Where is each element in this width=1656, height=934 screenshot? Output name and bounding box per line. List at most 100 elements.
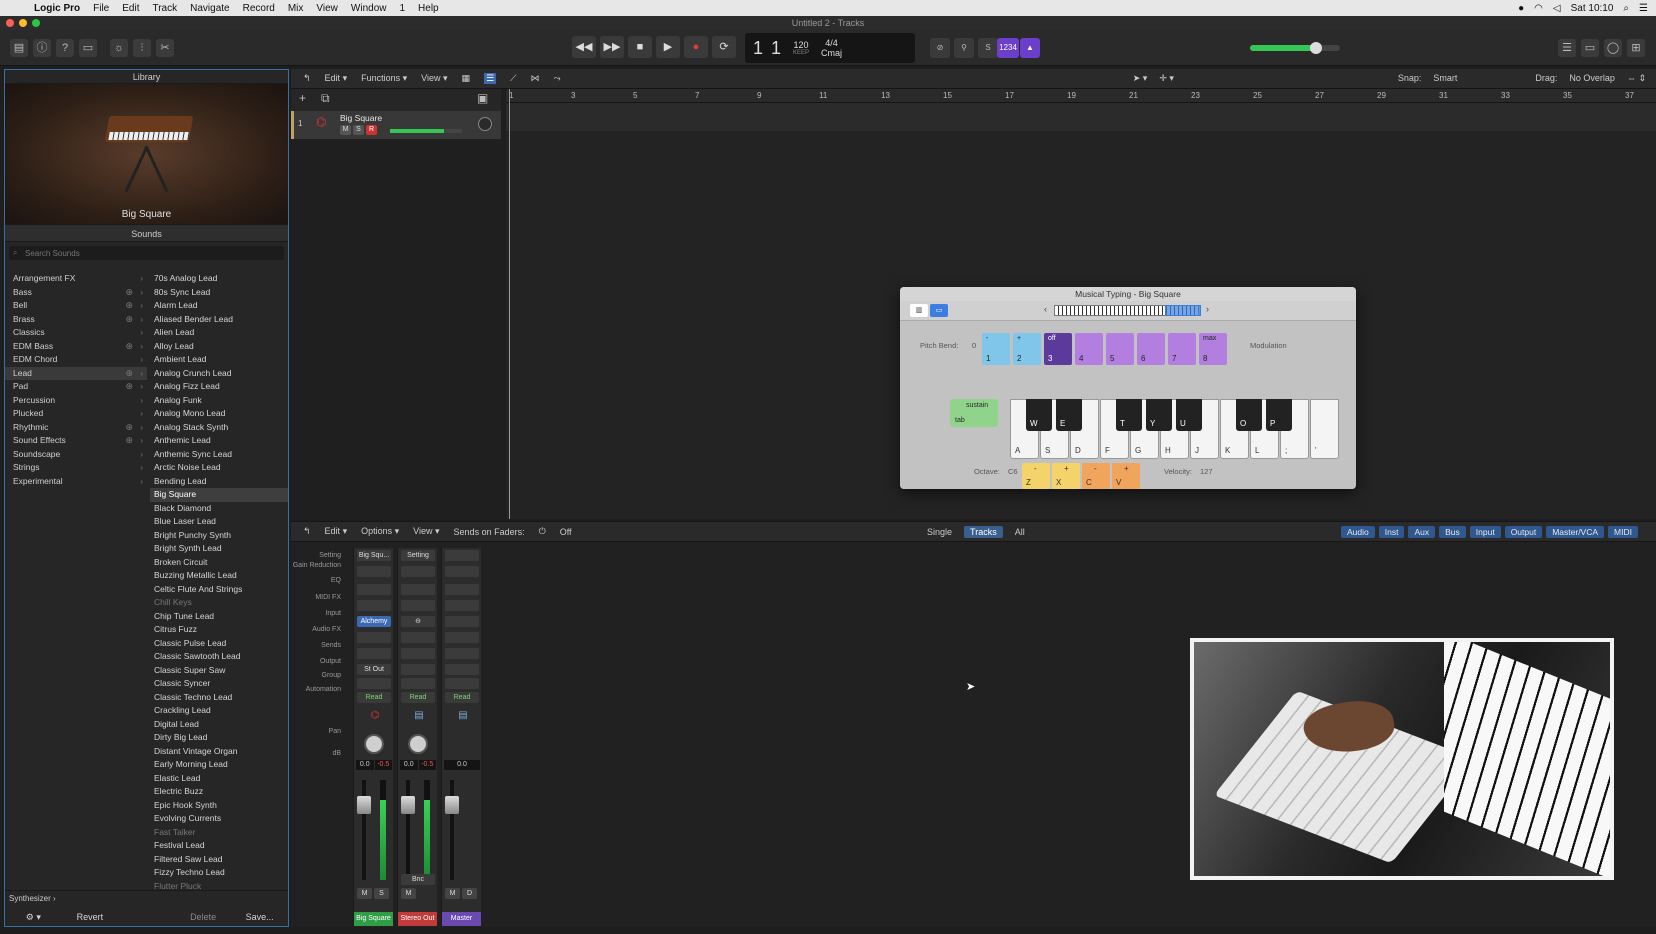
mixer-view-menu[interactable]: View ▾ bbox=[413, 526, 439, 537]
menu-navigate[interactable]: Navigate bbox=[190, 3, 229, 14]
octave-right-icon[interactable]: › bbox=[1206, 304, 1209, 314]
back-icon[interactable]: ↰ bbox=[303, 73, 311, 84]
add-icon[interactable]: ⊕ bbox=[125, 380, 133, 394]
view-tracks-button[interactable]: Tracks bbox=[964, 525, 1003, 538]
patch-item[interactable]: Bright Synth Lead bbox=[150, 542, 288, 556]
black-key[interactable]: U bbox=[1176, 399, 1202, 431]
output-slot[interactable] bbox=[445, 664, 479, 675]
octave-key[interactable]: + X bbox=[1052, 463, 1080, 489]
category-item[interactable]: Soundscape › bbox=[5, 448, 147, 462]
volume-icon[interactable]: ◁ bbox=[1553, 3, 1561, 14]
patch-item[interactable]: Celtic Flute And Strings bbox=[150, 583, 288, 597]
output-slot[interactable] bbox=[401, 664, 435, 675]
menu-edit[interactable]: Edit bbox=[122, 3, 139, 14]
patch-item[interactable]: Chill Keys bbox=[150, 596, 288, 610]
eq-slot[interactable] bbox=[357, 566, 391, 577]
mixer-filter-button[interactable]: Input bbox=[1469, 525, 1501, 538]
patch-item[interactable]: Analog Fizz Lead bbox=[150, 380, 288, 394]
solo-button[interactable]: S bbox=[374, 888, 389, 899]
gear-icon[interactable]: ⚙ ▾ bbox=[5, 912, 62, 923]
category-item[interactable]: Strings › bbox=[5, 461, 147, 475]
patch-item[interactable]: Alarm Lead bbox=[150, 299, 288, 313]
eq-slot-2[interactable] bbox=[401, 584, 435, 595]
add-icon[interactable]: ⊕ bbox=[125, 313, 133, 327]
patch-item[interactable]: Analog Funk bbox=[150, 394, 288, 408]
control-center-icon[interactable]: ☰ bbox=[1639, 3, 1648, 14]
group-slot[interactable] bbox=[357, 678, 391, 689]
menu-record[interactable]: Record bbox=[243, 3, 275, 14]
patch-item[interactable]: Crackling Lead bbox=[150, 704, 288, 718]
keyboard-range[interactable] bbox=[1054, 305, 1201, 316]
volume-value[interactable]: 0.0 bbox=[444, 760, 480, 770]
volume-fader[interactable] bbox=[450, 780, 454, 880]
notepad-button[interactable]: ▭ bbox=[1581, 39, 1599, 57]
view-all-button[interactable]: All bbox=[1009, 526, 1031, 538]
tracks-view-menu[interactable]: View ▾ bbox=[421, 73, 447, 84]
mixer-button[interactable]: ⫶ bbox=[133, 39, 151, 57]
view-single-button[interactable]: Single bbox=[921, 526, 958, 538]
patch-item[interactable]: Classic Super Saw bbox=[150, 664, 288, 678]
mixer-filter-button[interactable]: Audio bbox=[1341, 525, 1375, 538]
group-slot[interactable] bbox=[445, 678, 479, 689]
setting-slot[interactable]: Setting bbox=[401, 550, 435, 561]
volume-value[interactable]: 0.0 bbox=[400, 760, 418, 770]
patch-item[interactable]: Analog Stack Synth bbox=[150, 421, 288, 435]
pan-knob[interactable] bbox=[408, 734, 428, 754]
patch-item[interactable]: Buzzing Metallic Lead bbox=[150, 569, 288, 583]
metronome-icon[interactable]: ▲ bbox=[1020, 38, 1040, 58]
patch-item[interactable]: Evolving Currents bbox=[150, 812, 288, 826]
octave-key[interactable]: -C bbox=[1082, 463, 1110, 489]
mute-button[interactable]: M bbox=[401, 888, 416, 899]
menu-help[interactable]: Help bbox=[418, 3, 439, 14]
category-item[interactable]: Sound Effects ⊕ › bbox=[5, 434, 147, 448]
browsers-button[interactable]: ⊞ bbox=[1627, 39, 1645, 57]
list-editors-button[interactable]: ☰ bbox=[1558, 39, 1576, 57]
mute-button[interactable]: M bbox=[357, 888, 372, 899]
volume-value[interactable]: 0.0 bbox=[356, 760, 374, 770]
library-toggle-button[interactable]: ▤ bbox=[10, 39, 28, 57]
replace-icon[interactable]: ⊘ bbox=[930, 38, 950, 58]
record-button[interactable]: ● bbox=[684, 36, 708, 58]
add-track-icon[interactable]: + bbox=[299, 91, 315, 107]
wifi-icon[interactable]: ◠ bbox=[1534, 3, 1543, 14]
patch-item[interactable]: Early Morning Lead bbox=[150, 758, 288, 772]
forward-button[interactable]: ▶▶ bbox=[600, 36, 624, 58]
fader-handle[interactable] bbox=[357, 796, 371, 814]
pitch-key[interactable]: 5 bbox=[1106, 333, 1134, 365]
patch-item[interactable]: Filtered Saw Lead bbox=[150, 853, 288, 867]
track-name[interactable]: Big Square bbox=[340, 113, 382, 123]
playhead[interactable] bbox=[509, 89, 510, 519]
editors-button[interactable]: ✂ bbox=[156, 39, 174, 57]
mixer-filter-button[interactable]: MIDI bbox=[1608, 525, 1638, 538]
add-icon[interactable]: ⊕ bbox=[125, 367, 133, 381]
master-volume-slider[interactable] bbox=[1250, 42, 1340, 54]
volume-fader[interactable] bbox=[406, 780, 410, 880]
patch-item[interactable]: Aliased Bender Lead bbox=[150, 313, 288, 327]
sends-slot[interactable] bbox=[445, 648, 479, 659]
pan-knob[interactable] bbox=[364, 734, 384, 754]
pointer-tool-icon[interactable]: ➤ ▾ bbox=[1133, 73, 1148, 84]
patch-item[interactable]: 80s Sync Lead bbox=[150, 286, 288, 300]
tracks-functions-menu[interactable]: Functions ▾ bbox=[361, 73, 407, 84]
black-key[interactable]: P bbox=[1266, 399, 1292, 431]
count-in-button[interactable]: 1234 bbox=[997, 38, 1019, 58]
black-key[interactable]: T bbox=[1116, 399, 1142, 431]
category-item[interactable]: EDM Chord › bbox=[5, 353, 147, 367]
list-view-icon[interactable]: ☰ bbox=[484, 73, 497, 84]
patch-item[interactable]: Bending Lead bbox=[150, 475, 288, 489]
power-icon[interactable]: ⏻ bbox=[539, 526, 546, 537]
cycle-button[interactable]: ⟳ bbox=[712, 36, 736, 58]
patch-item[interactable]: Anthemic Lead bbox=[150, 434, 288, 448]
patch-item[interactable]: Elastic Lead bbox=[150, 772, 288, 786]
midi-fx-slot[interactable] bbox=[445, 600, 479, 611]
category-item[interactable]: Bass ⊕ › bbox=[5, 286, 147, 300]
menu-1[interactable]: 1 bbox=[399, 3, 405, 14]
channel-name[interactable]: Big Square bbox=[354, 912, 393, 926]
category-item[interactable]: Percussion › bbox=[5, 394, 147, 408]
patch-item[interactable]: Ambient Lead bbox=[150, 353, 288, 367]
patch-item[interactable]: Distant Vintage Organ bbox=[150, 745, 288, 759]
fader-handle[interactable] bbox=[445, 796, 459, 814]
duplicate-track-icon[interactable]: ⧉ bbox=[321, 91, 337, 107]
patch-item[interactable]: Fast Talker bbox=[150, 826, 288, 840]
fader-handle[interactable] bbox=[401, 796, 415, 814]
